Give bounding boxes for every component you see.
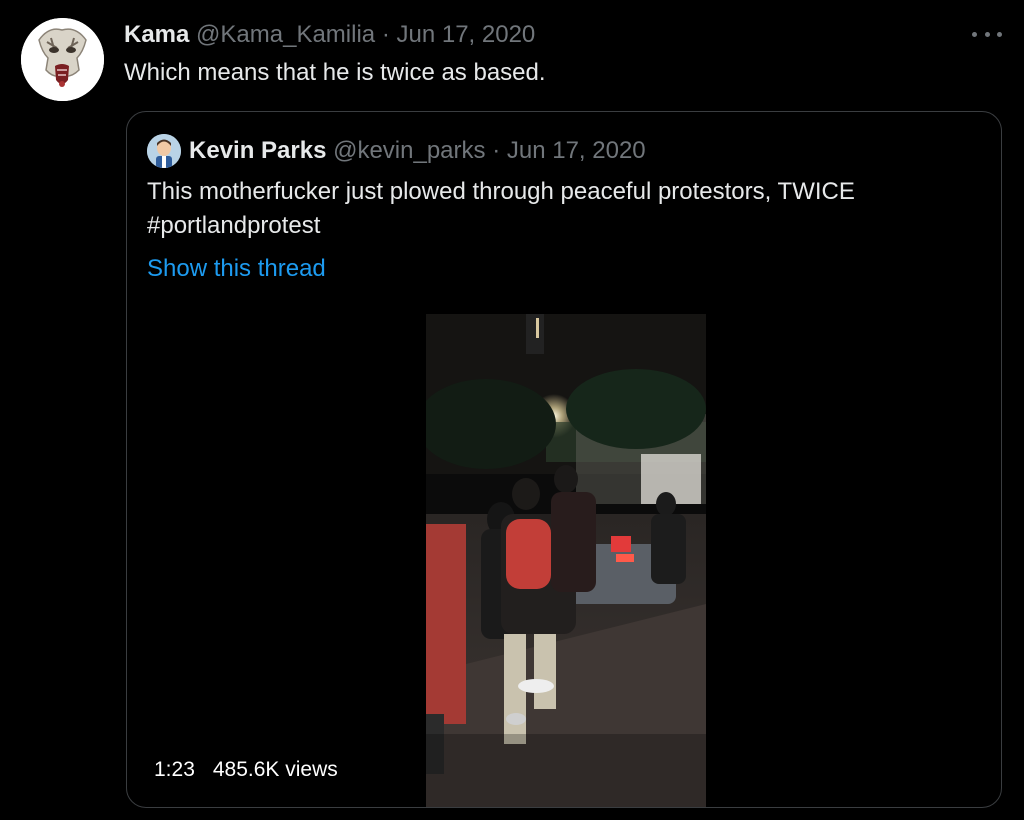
quoted-tweet-date[interactable]: Jun 17, 2020: [507, 137, 646, 164]
video-player[interactable]: [426, 314, 706, 807]
cartoon-person-avatar-icon: [147, 134, 181, 168]
quoted-author-name[interactable]: Kevin Parks: [189, 137, 326, 164]
author-avatar[interactable]: [21, 18, 104, 101]
quoted-text-line-1: This motherfucker just plowed through pe…: [147, 178, 855, 205]
more-dot-2: [984, 31, 990, 37]
tweet-date[interactable]: Jun 17, 2020: [396, 21, 535, 48]
tweet-header: Kama @Kama_Kamilia · Jun 17, 2020: [124, 20, 535, 50]
quoted-author-handle[interactable]: @kevin_parks: [333, 137, 485, 164]
header-separator: ·: [375, 21, 397, 48]
show-thread-link[interactable]: Show this thread: [147, 253, 326, 285]
tweet-text: Which means that he is twice as based.: [124, 59, 546, 86]
video-meta: 1:23 485.6K views: [154, 756, 338, 784]
more-dot-1: [972, 31, 977, 37]
video-views: 485.6K views: [212, 758, 338, 781]
quoted-tweet-card[interactable]: Kevin Parks @kevin_parks · Jun 17, 2020 …: [126, 111, 1002, 808]
quoted-tweet-text: This motherfucker just plowed through pe…: [147, 175, 855, 243]
quoted-tweet-header: Kevin Parks @kevin_parks · Jun 17, 2020: [189, 136, 646, 166]
author-handle[interactable]: @Kama_Kamilia: [196, 21, 375, 48]
quoted-author-avatar[interactable]: [147, 134, 181, 168]
quoted-header-separator: ·: [485, 137, 507, 164]
video-frame: [426, 314, 706, 807]
more-horizontal-icon[interactable]: [972, 24, 1002, 44]
hashtag-link[interactable]: #portlandprotest: [147, 209, 855, 243]
more-dot-3: [997, 31, 1002, 37]
skull-mask-avatar-icon: [21, 18, 104, 101]
author-name[interactable]: Kama: [124, 21, 189, 48]
video-duration: 1:23: [154, 758, 195, 781]
